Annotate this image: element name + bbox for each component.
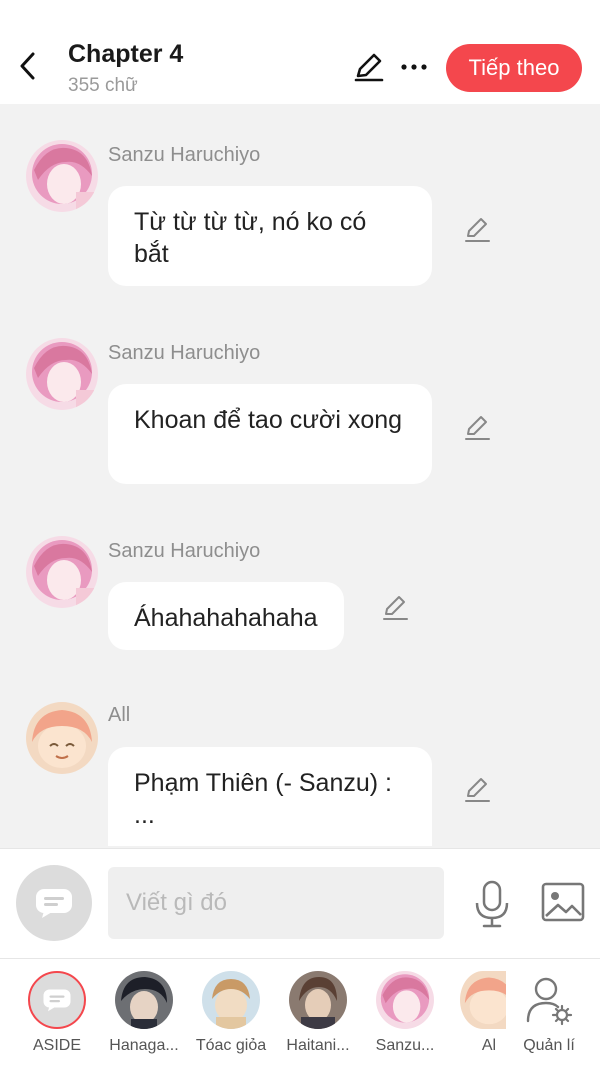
edit-message-icon[interactable] [462,774,492,804]
aside-chat-icon[interactable] [16,865,92,941]
character-label: Haitani... [286,1037,350,1054]
anya-avatar[interactable] [26,702,98,774]
sender-name: Sanzu Haruchiyo [108,540,261,562]
message-item: Sanzu Haruchiyo Khoan để tao cười xong [0,338,600,488]
character-haitani[interactable]: Haitani... [277,971,357,1063]
edit-pencil-icon[interactable] [352,50,386,84]
message-composer [0,848,600,958]
user-settings-icon [520,971,578,1029]
message-input[interactable] [108,867,444,939]
edit-message-icon[interactable] [462,412,492,442]
edit-message-icon[interactable] [462,214,492,244]
image-icon[interactable] [540,881,586,923]
sender-name: Sanzu Haruchiyo [108,144,261,166]
character-bar: ASIDE Hanaga... Tóac giỏa Haitani... San… [0,958,600,1067]
message-bubble[interactable]: Khoan để tao cười xong [108,384,432,484]
pink-hair-avatar[interactable] [26,338,98,410]
more-options-icon[interactable] [398,52,430,82]
back-icon[interactable] [12,46,42,86]
character-aside[interactable]: ASIDE [16,971,96,1063]
character-author[interactable]: Tóac giỏa [190,971,270,1063]
top-bar: Chapter 4 355 chữ Tiếp theo [0,0,600,104]
character-label: Quản lí [523,1037,575,1054]
message-item: All Phạm Thiên (- Sanzu) : ... [0,700,600,846]
manage-characters[interactable]: Quản lí [508,971,588,1063]
brown-hair-avatar [289,971,347,1029]
character-hanagaki[interactable]: Hanaga... [103,971,183,1063]
pink-hair-avatar[interactable] [26,536,98,608]
character-sanzu[interactable]: Sanzu... [364,971,444,1063]
message-item: Sanzu Haruchiyo Từ từ từ từ, nó ko có bắ… [0,140,600,290]
pink-hair-avatar[interactable] [26,140,98,212]
next-button[interactable]: Tiếp theo [446,44,582,92]
edit-message-icon[interactable] [380,592,410,622]
page-title: Chapter 4 [68,40,184,68]
author-avatar [202,971,260,1029]
character-label: Sanzu... [375,1037,435,1054]
word-count: 355 chữ [68,75,138,96]
message-bubble[interactable]: Áhahahahahaha [108,582,344,650]
character-label: ASIDE [32,1037,81,1054]
character-label: Hanaga... [109,1037,179,1054]
anya-avatar [460,971,506,1029]
sender-name: All [108,704,131,726]
message-bubble[interactable]: Phạm Thiên (- Sanzu) : ... [108,747,432,846]
aside-chat-icon [28,971,86,1029]
pink-hair-avatar [376,971,434,1029]
dark-hair-avatar [115,971,173,1029]
sender-name: Sanzu Haruchiyo [108,342,261,364]
character-label: Tóac giỏa [195,1037,267,1054]
message-bubble[interactable]: Từ từ từ từ, nó ko có bắt [108,186,432,286]
microphone-icon[interactable] [472,879,512,929]
message-item: Sanzu Haruchiyo Áhahahahahaha [0,536,600,656]
